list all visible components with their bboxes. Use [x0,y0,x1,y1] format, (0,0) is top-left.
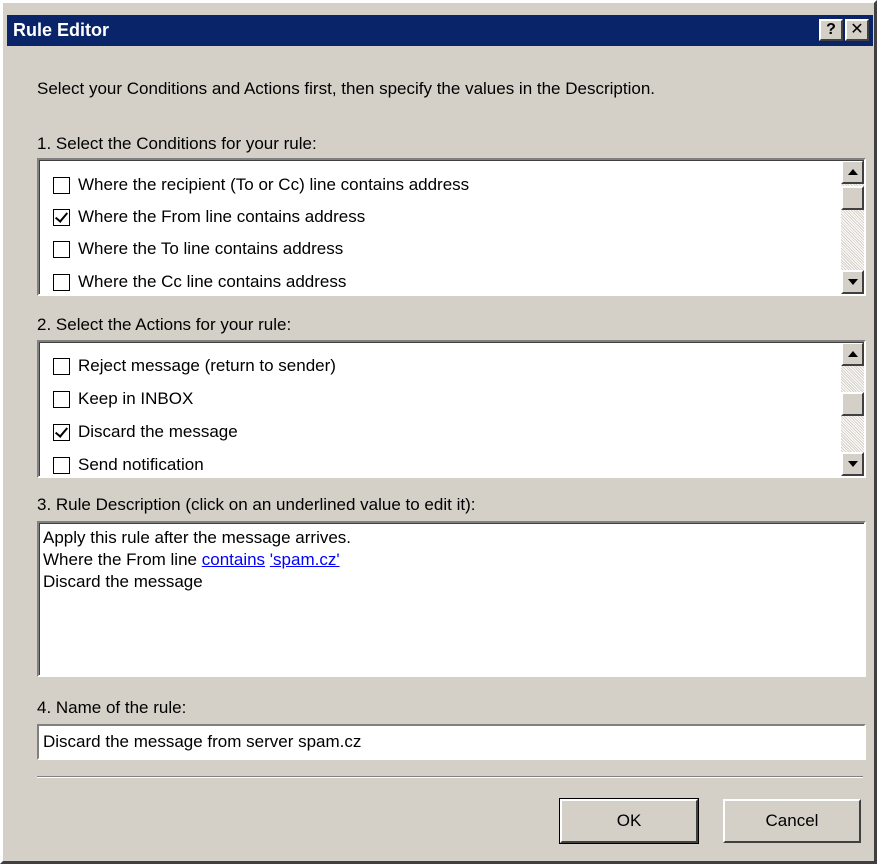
rule-name-input[interactable] [43,727,860,757]
close-button[interactable]: ✕ [845,19,869,41]
help-button[interactable]: ? [819,19,843,41]
title-bar[interactable]: Rule Editor ? ✕ [7,15,873,46]
actions-list[interactable]: Reject message (return to sender) Keep i… [37,340,866,478]
list-inner-border [39,342,864,476]
description-label: 3. Rule Description (click on an underli… [37,495,476,514]
conditions-label: 1. Select the Conditions for your rule: [37,134,317,153]
description-text: Where the From line [43,550,202,569]
help-icon: ? [826,21,836,38]
separator [37,776,863,778]
cancel-button[interactable]: Cancel [723,799,861,843]
list-inner-border [39,160,864,294]
rule-name-label: 4. Name of the rule: [37,698,187,717]
rule-description-box[interactable]: Apply this rule after the message arrive… [37,521,866,677]
description-line: Apply this rule after the message arrive… [43,528,352,547]
conditions-list[interactable]: Where the recipient (To or Cc) line cont… [37,158,866,296]
intro-text: Select your Conditions and Actions first… [37,79,655,98]
ok-button[interactable]: OK [559,798,699,844]
close-icon: ✕ [850,21,864,38]
actions-label: 2. Select the Actions for your rule: [37,315,292,334]
description-line: Discard the message [43,572,203,591]
rule-editor-dialog: Rule Editor ? ✕ Select your Conditions a… [0,0,877,864]
address-value-link[interactable]: 'spam.cz' [270,550,340,569]
contains-link[interactable]: contains [202,550,265,569]
window-title: Rule Editor [13,20,110,40]
description-line: Where the From line contains 'spam.cz' [43,549,860,571]
rule-name-field-frame[interactable] [37,724,866,760]
